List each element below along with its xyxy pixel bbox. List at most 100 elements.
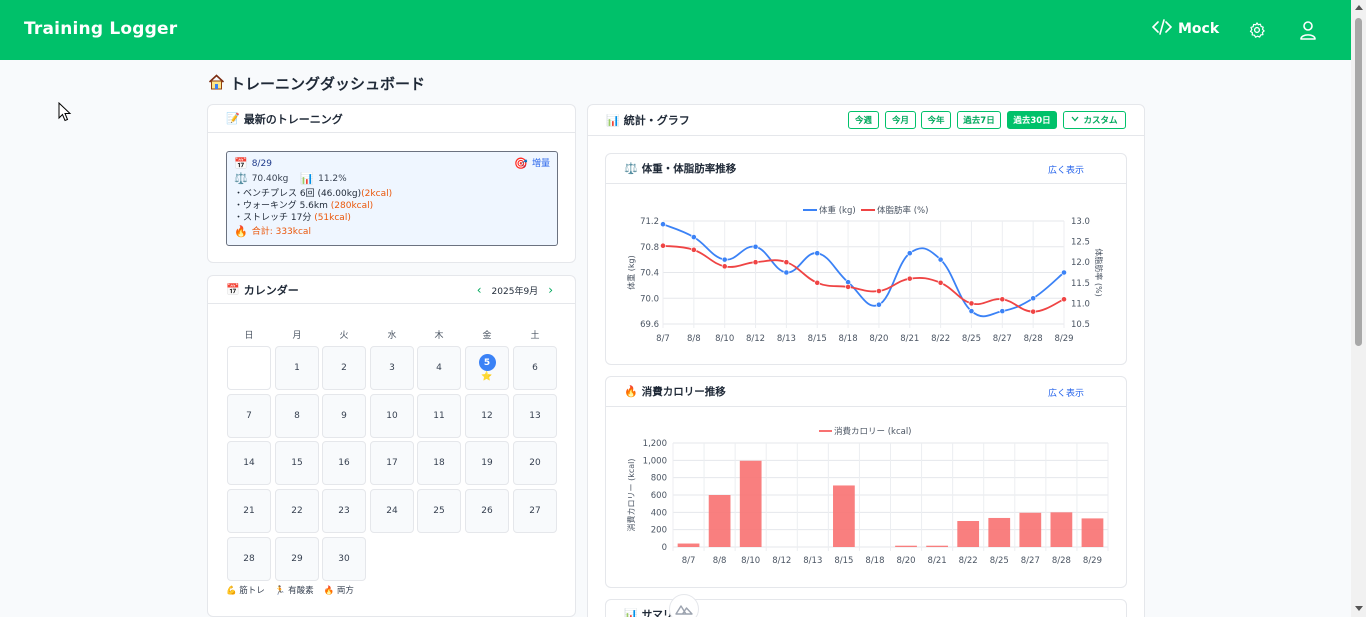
x-tick-label: 8/7 <box>656 334 670 344</box>
target-icon: 🎯 <box>514 157 528 170</box>
legend-cardio: 🏃 有酸素 <box>274 586 314 596</box>
latest-training-entry[interactable]: 📅 8/29 🎯 増量 ⚖️ 70.40kg 📊 11.2% ・ベンチプレス 6… <box>226 151 558 246</box>
calorie-bar <box>833 485 855 547</box>
calendar-day[interactable]: 24 <box>370 489 414 533</box>
calendar-day[interactable]: 11 <box>417 394 461 438</box>
period-last-30-days[interactable]: 過去30日 <box>1007 111 1057 129</box>
calendar-day[interactable]: 1 <box>275 346 319 390</box>
x-tick-label: 8/20 <box>896 556 915 566</box>
x-tick-label: 8/15 <box>834 556 853 566</box>
calorie-expand-link[interactable]: 広く表示 <box>1048 386 1084 399</box>
data-point <box>906 275 913 282</box>
calendar-day[interactable]: 19 <box>465 441 509 485</box>
prev-month-icon[interactable]: ‹ <box>477 283 482 297</box>
scroll-down-icon[interactable] <box>1355 606 1363 611</box>
x-tick-label: 8/29 <box>1054 334 1073 344</box>
data-point <box>660 221 666 228</box>
calendar-day[interactable]: 13 <box>513 394 557 438</box>
calendar-card: 📅 カレンダー ‹ 2025年9月 › 日月火水木金土 1 2 3 4 5 ⭐ 6 7 8 9 10 1… <box>207 275 576 617</box>
x-tick-label: 8/25 <box>962 334 981 344</box>
calendar-day[interactable]: 30 <box>322 537 366 581</box>
calendar-day[interactable]: 16 <box>322 441 366 485</box>
calendar-day[interactable]: 5 ⭐ <box>465 346 509 390</box>
period-this-month[interactable]: 今月 <box>885 111 916 129</box>
calendar-day[interactable]: 27 <box>513 489 557 533</box>
data-point <box>721 263 728 270</box>
mouse-cursor-icon <box>58 101 72 126</box>
x-tick-label: 8/28 <box>1024 334 1043 344</box>
page-title: トレーニングダッシュボード <box>208 73 425 94</box>
calendar-day[interactable]: 21 <box>227 489 271 533</box>
calendar-day[interactable]: 7 <box>227 394 271 438</box>
data-point <box>845 284 851 290</box>
legend-label: 消費カロリー (kcal) <box>834 426 912 437</box>
calendar-day[interactable]: 10 <box>370 394 414 438</box>
calendar-day[interactable]: 29 <box>275 537 319 581</box>
calendar-day[interactable]: 17 <box>370 441 414 485</box>
data-point <box>937 279 944 286</box>
mock-button[interactable]: Mock <box>1151 19 1219 39</box>
y-axis-label: 消費カロリー (kcal) <box>626 459 636 532</box>
scroll-thumb[interactable] <box>1355 18 1362 346</box>
calorie-bar <box>677 543 700 547</box>
nuxt-devtools-button[interactable] <box>669 594 699 617</box>
x-tick-label: 8/27 <box>993 334 1012 344</box>
calendar-day[interactable]: 20 <box>513 441 557 485</box>
calendar-day[interactable]: 3 <box>370 346 414 390</box>
weight-expand-link[interactable]: 広く表示 <box>1048 163 1084 176</box>
period-this-week[interactable]: 今週 <box>848 111 879 129</box>
scroll-up-icon[interactable] <box>1355 5 1363 10</box>
next-month-icon[interactable]: › <box>548 283 553 297</box>
bar-chart-icon: 📊 <box>606 113 620 127</box>
calendar-day[interactable]: 28 <box>227 537 271 581</box>
calendar-day[interactable]: 14 <box>227 441 271 485</box>
calendar-day[interactable]: 22 <box>275 489 319 533</box>
stats-title: 統計・グラフ <box>623 114 690 127</box>
calendar-day[interactable]: 25 <box>417 489 461 533</box>
calorie-chart-header: 🔥 消費カロリー推移 広く表示 <box>606 377 1126 407</box>
calendar-day[interactable]: 23 <box>322 489 366 533</box>
calendar-day[interactable]: 6 <box>513 346 557 390</box>
page-title-text: トレーニングダッシュボード <box>230 75 426 93</box>
calendar-day[interactable]: 4 <box>417 346 461 390</box>
data-point <box>845 279 851 286</box>
fire-icon: 🔥 <box>234 225 248 238</box>
x-tick-label: 8/27 <box>1021 556 1040 566</box>
y-axis-label: 体重 (kg) <box>626 255 636 290</box>
fire-icon: 🔥 <box>323 586 335 596</box>
exercise-item: ・ストレッチ 17分 (51kcal) <box>234 213 351 223</box>
chart-icon: 📊 <box>300 172 315 185</box>
calendar-day[interactable]: 15 <box>275 441 319 485</box>
calendar-day[interactable]: 18 <box>417 441 461 485</box>
calorie-bar <box>957 521 980 547</box>
gear-icon[interactable] <box>1247 20 1267 40</box>
stats-header: 📊 統計・グラフ 今週 今月 今年 過去7日 過去30日 カスタム <box>588 105 1144 136</box>
app-title[interactable]: Training Logger <box>24 19 177 39</box>
data-point <box>968 308 975 315</box>
period-custom[interactable]: カスタム <box>1063 111 1126 129</box>
y-tick-label: 70.4 <box>640 269 659 279</box>
calorie-chart: 1,200 1,000 800 600 400 200 0 消費カロリー (kcal) 消費カロ… <box>626 426 1109 566</box>
calendar-day[interactable]: 9 <box>322 394 366 438</box>
period-this-year[interactable]: 今年 <box>921 111 951 129</box>
user-icon[interactable] <box>1298 20 1318 40</box>
y-tick-label: 400 <box>651 508 667 518</box>
data-point <box>876 301 882 308</box>
calendar-day[interactable]: 2 <box>322 346 366 390</box>
calorie-bar <box>926 545 948 547</box>
y-tick-label: 1,000 <box>643 456 667 466</box>
chevron-down-icon <box>1071 115 1079 125</box>
page-scrollbar[interactable] <box>1351 0 1366 617</box>
calorie-bar <box>708 495 731 547</box>
calendar-day[interactable]: 26 <box>465 489 509 533</box>
y2-tick-label: 12.0 <box>1071 258 1090 268</box>
nuxt-logo-icon <box>675 600 693 617</box>
latest-training-title: 最新のトレーニング <box>243 112 343 126</box>
period-last-7-days[interactable]: 過去7日 <box>957 111 1001 129</box>
calendar-day[interactable]: 12 <box>465 394 509 438</box>
today-marker: 5 <box>478 354 496 371</box>
calendar-day[interactable]: 8 <box>275 394 319 438</box>
data-point <box>1030 308 1037 315</box>
calorie-bar <box>1050 512 1073 547</box>
y-tick-label: 70.0 <box>640 294 659 304</box>
